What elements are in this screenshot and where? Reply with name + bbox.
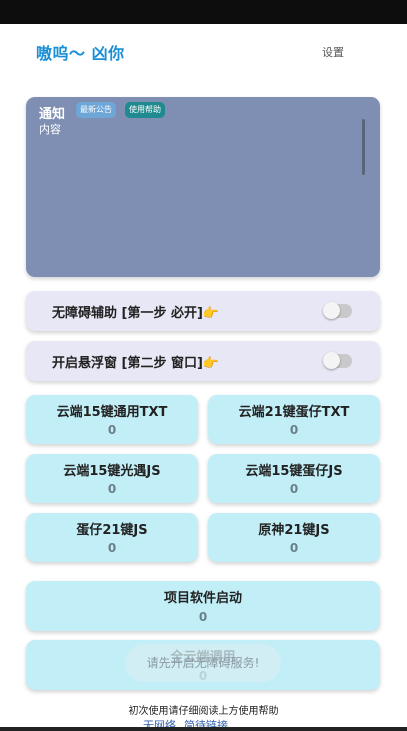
status-bar: [0, 0, 407, 24]
script-count: 0: [289, 423, 299, 437]
notice-card: 通知 最新公告 使用帮助 内容: [26, 97, 380, 277]
notice-content: 内容: [39, 123, 61, 136]
accessibility-label: 无障碍辅助 [第一步 必开]👉: [52, 306, 220, 321]
script-name: 云端15键通用TXT: [56, 405, 168, 420]
help-tab[interactable]: 使用帮助: [125, 102, 165, 118]
script-count: 0: [289, 482, 299, 496]
project-launch-label: 项目软件启动: [163, 591, 242, 606]
floating-window-toggle-row[interactable]: 开启悬浮窗 [第二步 窗口]👉: [26, 341, 380, 381]
script-name: 云端15键蛋仔JS: [245, 464, 343, 479]
script-card-cloud15-eggy-js[interactable]: 云端15键蛋仔JS 0: [208, 454, 380, 503]
script-count: 0: [107, 423, 117, 437]
script-card-cloud15-txt[interactable]: 云端15键通用TXT 0: [26, 395, 198, 444]
script-name: 云端15键光遇JS: [63, 464, 161, 479]
footer-hint: 初次使用请仔细阅读上方使用帮助: [128, 706, 279, 717]
script-name: 云端21键蛋仔TXT: [238, 405, 350, 420]
app-title: 嗷呜～ 凶你: [36, 44, 125, 63]
switch-knob: [323, 352, 340, 369]
script-name: 原神21键JS: [258, 523, 330, 538]
accessibility-toggle-row[interactable]: 无障碍辅助 [第一步 必开]👉: [26, 291, 380, 331]
project-launch-card[interactable]: 项目软件启动 0: [26, 581, 380, 631]
switch-knob: [323, 302, 340, 319]
latest-notice-tab[interactable]: 最新公告: [76, 102, 116, 118]
notice-title: 通知: [39, 107, 66, 122]
floating-window-switch[interactable]: [323, 352, 352, 369]
script-count: 0: [289, 541, 299, 555]
navigation-bar: [0, 727, 407, 731]
floating-window-label: 开启悬浮窗 [第二步 窗口]👉: [52, 356, 220, 371]
script-card-genshin21-js[interactable]: 原神21键JS 0: [208, 513, 380, 562]
script-name: 蛋仔21键JS: [76, 523, 148, 538]
notice-scrollbar[interactable]: [362, 119, 365, 175]
script-card-eggy21-js[interactable]: 蛋仔21键JS 0: [26, 513, 198, 562]
project-launch-count: 0: [198, 610, 208, 624]
settings-button[interactable]: 设置: [322, 44, 344, 60]
accessibility-switch[interactable]: [323, 302, 352, 319]
script-count: 0: [107, 541, 117, 555]
script-count: 0: [107, 482, 117, 496]
script-card-cloud15-sky-js[interactable]: 云端15键光遇JS 0: [26, 454, 198, 503]
toast-message: 请先开启无障碍服务!: [125, 644, 281, 682]
script-card-cloud21-eggy-txt[interactable]: 云端21键蛋仔TXT 0: [208, 395, 380, 444]
